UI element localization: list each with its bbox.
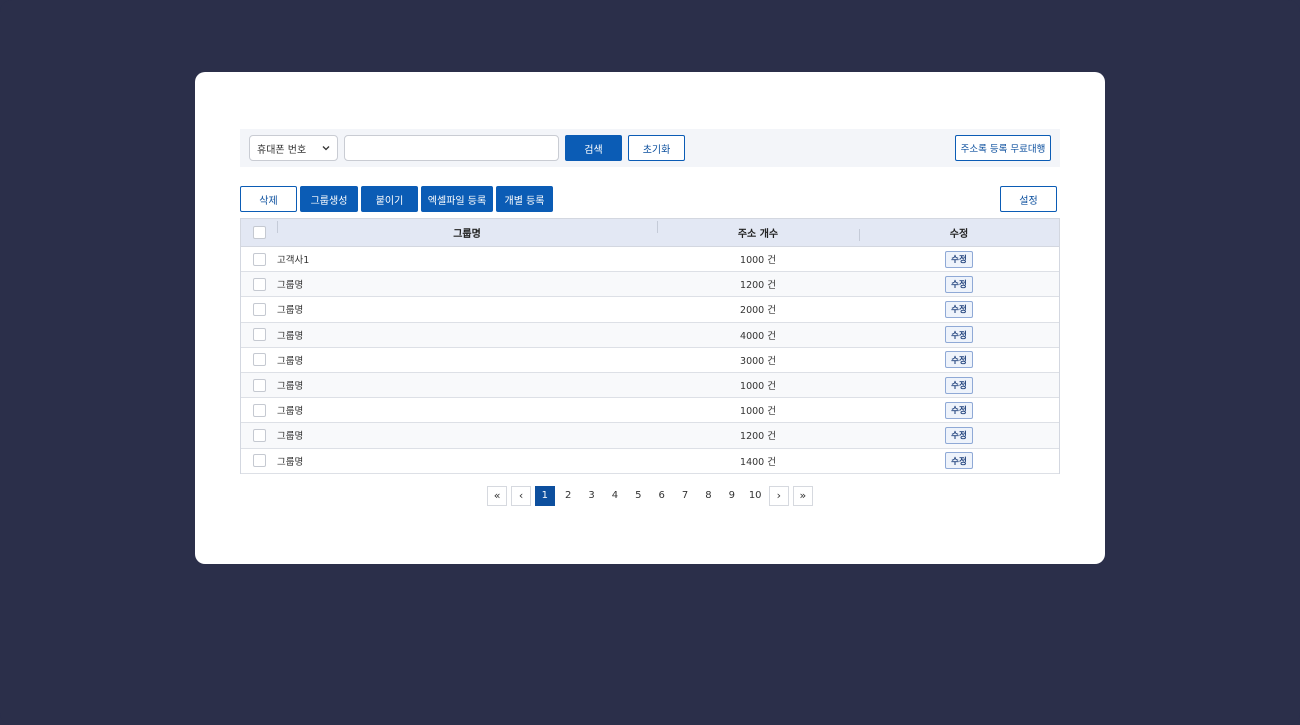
row-checkbox[interactable]: [252, 277, 266, 291]
row-checkbox[interactable]: [252, 252, 266, 266]
row-address-count: 1200 건: [740, 280, 776, 292]
search-type-value: 휴대폰 번호: [257, 144, 307, 156]
content-card: 휴대폰 번호 검색 초기화 주소록 등록 무료대행 삭제 그룹생성 붙이기 엑셀…: [195, 72, 1105, 564]
edit-button[interactable]: 수정: [945, 376, 973, 394]
column-divider: [657, 221, 658, 233]
page-number[interactable]: 10: [745, 486, 765, 506]
page-number[interactable]: 5: [628, 486, 648, 506]
search-type-select[interactable]: 휴대폰 번호: [249, 135, 338, 161]
edit-button[interactable]: 수정: [945, 326, 973, 344]
header-address-count: 주소 개수: [737, 229, 779, 240]
page-number[interactable]: 4: [605, 486, 625, 506]
edit-button[interactable]: 수정: [945, 426, 973, 444]
table-row: 그룹명 2000 건 수정: [241, 297, 1059, 323]
page-number[interactable]: 2: [558, 486, 578, 506]
search-input[interactable]: [344, 135, 559, 161]
row-address-count: 3000 건: [740, 355, 776, 367]
excel-upload-button[interactable]: 엑셀파일 등록: [421, 186, 493, 212]
row-checkbox[interactable]: [252, 378, 266, 392]
group-table: 그룹명 주소 개수 수정 고객사1 1000 건 수정 그룹명 1200 건 수정 그룹명 2…: [240, 218, 1060, 474]
row-group-name: 그룹명: [277, 280, 304, 292]
page-number[interactable]: 3: [582, 486, 602, 506]
address-service-button[interactable]: 주소록 등록 무료대행: [955, 135, 1051, 161]
row-address-count: 4000 건: [740, 330, 776, 342]
table-body: 고객사1 1000 건 수정 그룹명 1200 건 수정 그룹명 2000 건 수정 그룹명 400…: [241, 247, 1059, 474]
edit-button[interactable]: 수정: [945, 351, 973, 369]
toolbar: 삭제 그룹생성 붙이기 엑셀파일 등록 개별 등록 설정: [240, 186, 1060, 212]
row-group-name: 고객사1: [277, 255, 310, 267]
table-row: 그룹명 3000 건 수정: [241, 347, 1059, 373]
row-checkbox[interactable]: [252, 454, 266, 468]
table-row: 그룹명 1400 건 수정: [241, 448, 1059, 474]
page-number[interactable]: 7: [675, 486, 695, 506]
row-group-name: 그룹명: [277, 305, 304, 317]
page-number[interactable]: 8: [698, 486, 718, 506]
table-row: 고객사1 1000 건 수정: [241, 247, 1059, 273]
select-all-checkbox[interactable]: [252, 226, 266, 239]
page-number[interactable]: 1: [534, 485, 555, 506]
row-address-count: 1400 건: [740, 456, 776, 468]
row-checkbox[interactable]: [252, 328, 266, 342]
header-group-name: 그룹명: [453, 229, 481, 240]
row-address-count: 1000 건: [740, 255, 776, 267]
row-group-name: 그룹명: [277, 456, 304, 468]
app-frame: 휴대폰 번호 검색 초기화 주소록 등록 무료대행 삭제 그룹생성 붙이기 엑셀…: [0, 0, 1300, 725]
settings-button[interactable]: 설정: [1000, 186, 1057, 212]
header-edit: 수정: [949, 229, 969, 240]
address-group-panel: 휴대폰 번호 검색 초기화 주소록 등록 무료대행 삭제 그룹생성 붙이기 엑셀…: [240, 129, 1060, 506]
prev-page-icon[interactable]: ‹: [511, 485, 532, 506]
edit-button[interactable]: 수정: [945, 250, 973, 268]
chevron-down-icon: [321, 143, 331, 153]
row-address-count: 1000 건: [740, 381, 776, 393]
row-checkbox[interactable]: [252, 302, 266, 316]
table-header: 그룹명 주소 개수 수정: [241, 219, 1059, 247]
edit-button[interactable]: 수정: [945, 401, 973, 419]
table-row: 그룹명 1000 건 수정: [241, 398, 1059, 424]
column-divider: [859, 229, 860, 241]
column-divider: [277, 221, 278, 233]
row-group-name: 그룹명: [277, 381, 304, 393]
search-button[interactable]: 검색: [565, 135, 622, 161]
page-number[interactable]: 6: [652, 486, 672, 506]
row-address-count: 2000 건: [740, 305, 776, 317]
row-group-name: 그룹명: [277, 431, 304, 443]
table-row: 그룹명 4000 건 수정: [241, 322, 1059, 348]
edit-button[interactable]: 수정: [945, 300, 973, 318]
last-page-icon[interactable]: »: [792, 485, 813, 506]
pagination: « ‹ 1 2 3 4 5 6 7 8 9 10 › »: [240, 485, 1060, 506]
row-group-name: 그룹명: [277, 330, 304, 342]
search-bar: 휴대폰 번호 검색 초기화 주소록 등록 무료대행: [240, 129, 1060, 167]
table-row: 그룹명 1200 건 수정: [241, 423, 1059, 449]
single-register-button[interactable]: 개별 등록: [496, 186, 553, 212]
edit-button[interactable]: 수정: [945, 452, 973, 470]
table-row: 그룹명 1200 건 수정: [241, 272, 1059, 298]
row-checkbox[interactable]: [252, 353, 266, 367]
row-address-count: 1000 건: [740, 406, 776, 418]
row-checkbox[interactable]: [252, 428, 266, 442]
row-address-count: 1200 건: [740, 431, 776, 443]
row-checkbox[interactable]: [252, 403, 266, 417]
page-numbers: 1 2 3 4 5 6 7 8 9 10: [533, 485, 767, 506]
create-group-button[interactable]: 그룹생성: [300, 186, 358, 212]
delete-button[interactable]: 삭제: [240, 186, 297, 212]
first-page-icon[interactable]: «: [487, 485, 508, 506]
edit-button[interactable]: 수정: [945, 275, 973, 293]
paste-button[interactable]: 붙이기: [361, 186, 418, 212]
row-group-name: 그룹명: [277, 406, 304, 418]
page-number[interactable]: 9: [722, 486, 742, 506]
row-group-name: 그룹명: [277, 355, 304, 367]
next-page-icon[interactable]: ›: [768, 485, 789, 506]
reset-button[interactable]: 초기화: [628, 135, 685, 161]
table-row: 그룹명 1000 건 수정: [241, 372, 1059, 399]
